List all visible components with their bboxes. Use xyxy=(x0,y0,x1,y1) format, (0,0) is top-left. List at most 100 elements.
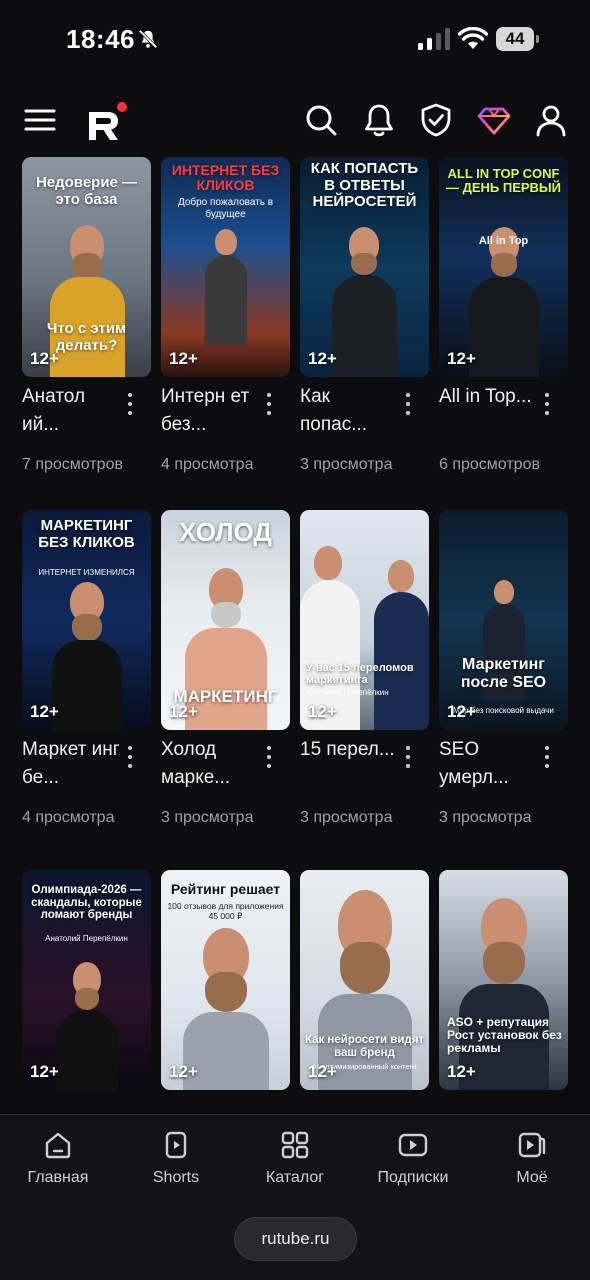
thumbnail-caption: Маркетинг после SEO xyxy=(460,656,547,691)
thumbnail-person xyxy=(469,227,539,377)
thumbnail-person xyxy=(374,560,429,730)
nav-shorts[interactable]: Shorts xyxy=(121,1129,231,1187)
view-count: 4 просмотра xyxy=(161,456,254,473)
age-rating-badge: 12+ xyxy=(447,349,476,368)
thumbnail-caption: ASO + репутация Рост установок без рекла… xyxy=(447,1015,562,1056)
thumbnail-person xyxy=(332,227,397,377)
thumbnail-person xyxy=(318,890,412,1090)
thumbnail-subtitle: All in Top xyxy=(478,235,529,247)
age-rating-badge: 12+ xyxy=(447,1062,476,1081)
my-content-icon xyxy=(518,1132,546,1158)
thumbnail-person xyxy=(56,962,118,1090)
thumbnail-subtitle: Анатолий Перепёлкин xyxy=(45,934,128,943)
video-title[interactable]: Анатол ий... xyxy=(22,383,122,439)
thumbnail-headline: ИНТЕРНЕТ БЕЗ КЛИКОВ xyxy=(171,162,280,194)
nav-catalog[interactable]: Каталог xyxy=(240,1129,350,1187)
more-options-icon[interactable] xyxy=(543,746,551,770)
nav-label: Моё xyxy=(516,1169,548,1186)
view-count: 3 просмотра xyxy=(300,456,393,473)
age-rating-badge: 12+ xyxy=(308,349,337,368)
more-options-icon[interactable] xyxy=(265,393,273,417)
battery-nub xyxy=(536,35,539,43)
bell-off-icon xyxy=(138,29,158,49)
view-count: 4 просмотра xyxy=(22,809,115,826)
video-thumbnail[interactable]: ALL IN TOP CONF — ДЕНЬ ПЕРВЫЙ All in Top… xyxy=(439,157,568,377)
video-thumbnail[interactable]: ИНТЕРНЕТ БЕЗ КЛИКОВ Добро пожаловать в б… xyxy=(161,157,290,377)
more-options-icon[interactable] xyxy=(126,746,134,770)
more-options-icon[interactable] xyxy=(265,746,273,770)
menu-icon[interactable] xyxy=(22,102,58,138)
app-header xyxy=(0,90,590,154)
thumbnail-headline: КАК ПОПАСТЬ В ОТВЕТЫ НЕЙРОСЕТЕЙ xyxy=(310,160,419,210)
rutube-logo[interactable] xyxy=(86,98,130,142)
video-thumbnail[interactable]: Маркетинг после SEO Мир без поисковой вы… xyxy=(439,510,568,730)
nav-label: Shorts xyxy=(152,1169,200,1186)
catalog-icon xyxy=(281,1131,309,1159)
video-thumbnail[interactable]: Рейтинг решает 100 отзывов для приложени… xyxy=(161,870,290,1090)
status-time: 18:46 xyxy=(66,24,135,54)
profile-icon[interactable] xyxy=(533,102,569,138)
more-options-icon[interactable] xyxy=(126,393,134,417)
battery-indicator: 44 xyxy=(496,27,540,51)
view-count: 3 просмотра xyxy=(161,809,254,826)
battery-level: 44 xyxy=(496,27,534,51)
more-options-icon[interactable] xyxy=(404,746,412,770)
video-thumbnail[interactable]: Как нейросети видят ваш бренд AI-оптимиз… xyxy=(300,870,429,1090)
age-rating-badge: 12+ xyxy=(169,1062,198,1081)
age-rating-badge: 12+ xyxy=(169,349,198,368)
status-bar: 18:46 44 xyxy=(0,0,590,80)
thumbnail-headline: ХОЛОД xyxy=(179,517,272,547)
nav-label: Каталог xyxy=(265,1169,325,1186)
nav-subscriptions[interactable]: Подписки xyxy=(358,1129,468,1187)
thumbnail-headline: Олимпиада-2026 — скандалы, которые ломаю… xyxy=(31,884,142,922)
view-count: 7 просмотров xyxy=(22,456,123,473)
nav-label: Подписки xyxy=(377,1169,449,1186)
view-count: 6 просмотров xyxy=(439,456,540,473)
more-options-icon[interactable] xyxy=(543,393,551,417)
thumbnail-subtitle: Добро пожаловать в будущее xyxy=(177,197,274,220)
home-icon xyxy=(45,1132,71,1159)
search-icon[interactable] xyxy=(303,102,339,138)
thumbnail-subtitle: Анатолий Перепёлкин xyxy=(306,688,389,697)
video-thumbnail[interactable]: ХОЛОД МАРКЕТИНГ 12+ xyxy=(161,510,290,730)
video-title[interactable]: Холод марке... xyxy=(161,736,261,792)
thumbnail-caption: Как нейросети видят ваш бренд xyxy=(304,1034,425,1059)
age-rating-badge: 12+ xyxy=(308,702,337,721)
thumbnail-headline: МАРКЕТИНГ БЕЗ КЛИКОВ xyxy=(38,517,135,551)
video-title[interactable]: Как попас... xyxy=(300,383,400,439)
nav-label: Главная xyxy=(27,1169,89,1186)
bell-icon[interactable] xyxy=(361,102,397,138)
view-count: 3 просмотра xyxy=(439,809,532,826)
video-title[interactable]: 15 перел... xyxy=(300,736,400,764)
video-thumbnail[interactable]: Олимпиада-2026 — скандалы, которые ломаю… xyxy=(22,870,151,1090)
age-rating-badge: 12+ xyxy=(447,702,476,721)
thumbnail-headline: ALL IN TOP CONF — ДЕНЬ ПЕРВЫЙ xyxy=(445,166,562,196)
video-thumbnail[interactable]: У вас 15 переломов маркетинга Анатолий П… xyxy=(300,510,429,730)
more-options-icon[interactable] xyxy=(404,393,412,417)
view-count: 3 просмотра xyxy=(300,809,393,826)
thumbnail-person xyxy=(52,582,122,730)
thumbnail-subtitle: 100 отзывов для приложения 45 000 ₽ xyxy=(167,901,284,921)
video-thumbnail[interactable]: ASO + репутация Рост установок без рекла… xyxy=(439,870,568,1090)
nav-home[interactable]: Главная xyxy=(3,1129,113,1187)
video-thumbnail[interactable]: МАРКЕТИНГ БЕЗ КЛИКОВ ИНТЕРНЕТ ИЗМЕНИЛСЯ … xyxy=(22,510,151,730)
video-thumbnail[interactable]: Недоверие — это база Что с этим делать? … xyxy=(22,157,151,377)
age-rating-badge: 12+ xyxy=(30,702,59,721)
url-bar[interactable]: rutube.ru xyxy=(234,1217,357,1261)
age-rating-badge: 12+ xyxy=(169,702,198,721)
video-title[interactable]: Интерн ет без... xyxy=(161,383,261,439)
thumbnail-person xyxy=(201,229,251,369)
thumbnail-subtitle: ИНТЕРНЕТ ИЗМЕНИЛСЯ xyxy=(38,568,135,577)
video-title[interactable]: SEO умерл... xyxy=(439,736,539,792)
thumbnail-headline: Недоверие — это база xyxy=(35,174,138,208)
age-rating-badge: 12+ xyxy=(30,349,59,368)
shield-check-icon[interactable] xyxy=(418,102,454,138)
shorts-icon xyxy=(165,1131,187,1159)
nav-my[interactable]: Моё xyxy=(477,1129,587,1187)
cellular-signal-icon xyxy=(418,28,450,50)
video-thumbnail[interactable]: КАК ПОПАСТЬ В ОТВЕТЫ НЕЙРОСЕТЕЙ 12+ xyxy=(300,157,429,377)
video-title[interactable]: All in Top... xyxy=(439,383,539,411)
video-title[interactable]: Маркет инг бе... xyxy=(22,736,122,792)
premium-diamond-icon[interactable] xyxy=(476,102,512,138)
subscriptions-icon xyxy=(398,1133,428,1157)
